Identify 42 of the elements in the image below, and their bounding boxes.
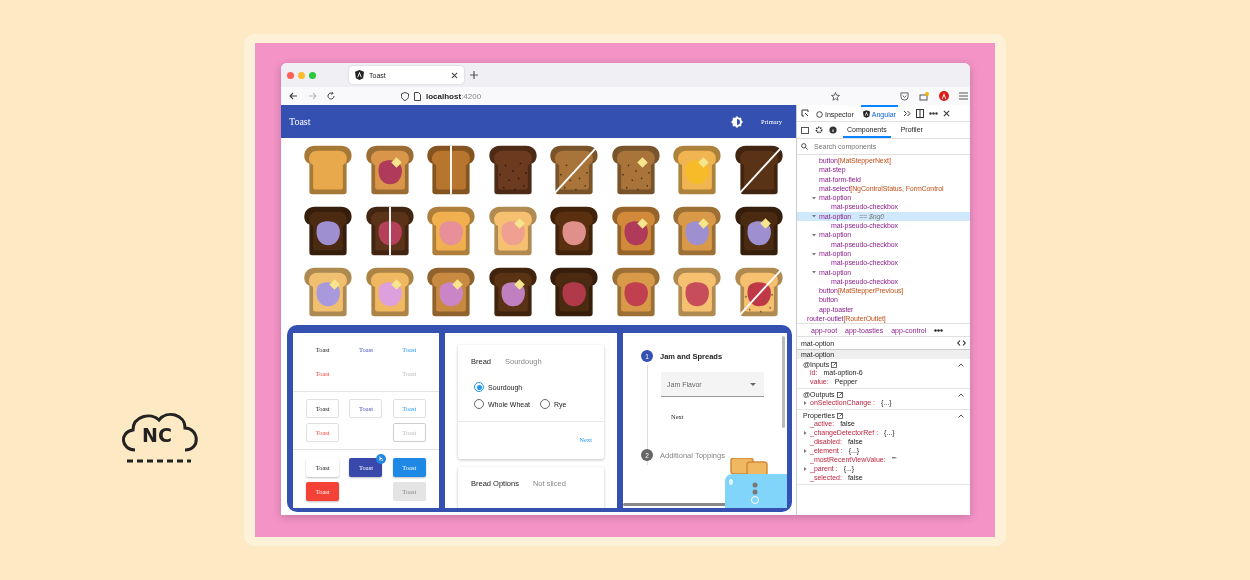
chevron-icon[interactable] xyxy=(958,362,964,367)
element-picker-icon[interactable] xyxy=(801,109,809,117)
more-options-icon[interactable] xyxy=(928,111,938,115)
code-icon[interactable] xyxy=(957,340,966,347)
dock-icon[interactable] xyxy=(915,108,924,118)
expand-arrow-icon[interactable] xyxy=(803,400,807,405)
expand-arrow-icon[interactable] xyxy=(803,466,807,471)
logo-text: NC xyxy=(142,424,172,446)
scrollbar-thumb[interactable] xyxy=(782,336,785,428)
shield-logo-icon xyxy=(862,110,870,118)
star-icon[interactable] xyxy=(831,91,840,101)
shield-logo-icon xyxy=(355,70,364,80)
external-link-icon[interactable] xyxy=(836,391,843,398)
expand-arrow-icon[interactable] xyxy=(803,430,807,435)
circle-icon xyxy=(816,110,823,118)
page-icon xyxy=(414,91,421,101)
brightness-icon[interactable] xyxy=(731,115,744,128)
app-title: Toast xyxy=(289,116,312,127)
shield-icon[interactable] xyxy=(401,91,409,101)
settings-icon[interactable] xyxy=(815,126,823,134)
pocket-icon[interactable] xyxy=(900,91,909,101)
expand-arrow-icon[interactable] xyxy=(812,233,816,237)
url-text[interactable]: localhost:4200 xyxy=(426,91,482,101)
search-icon xyxy=(801,143,808,150)
external-link-icon[interactable] xyxy=(836,412,843,419)
expand-arrow-icon[interactable] xyxy=(803,448,807,453)
extension-icon[interactable] xyxy=(919,91,929,101)
close-tab-icon[interactable] xyxy=(451,71,458,79)
new-tab-icon[interactable] xyxy=(470,71,478,79)
more-tabs-icon[interactable] xyxy=(902,109,911,117)
reload-icon[interactable] xyxy=(327,92,335,100)
chevron-icon[interactable] xyxy=(958,413,964,418)
info-icon[interactable] xyxy=(829,126,837,134)
dropdown-caret-icon xyxy=(750,382,756,386)
back-icon[interactable] xyxy=(289,92,298,100)
close-icon[interactable] xyxy=(942,109,950,117)
more-options-icon[interactable] xyxy=(934,328,944,332)
close-window-icon[interactable] xyxy=(287,71,294,79)
external-link-icon[interactable] xyxy=(831,361,838,368)
chevron-icon[interactable] xyxy=(958,392,964,397)
responsive-view-icon[interactable] xyxy=(801,126,809,134)
shield-logo-icon[interactable] xyxy=(939,91,949,101)
